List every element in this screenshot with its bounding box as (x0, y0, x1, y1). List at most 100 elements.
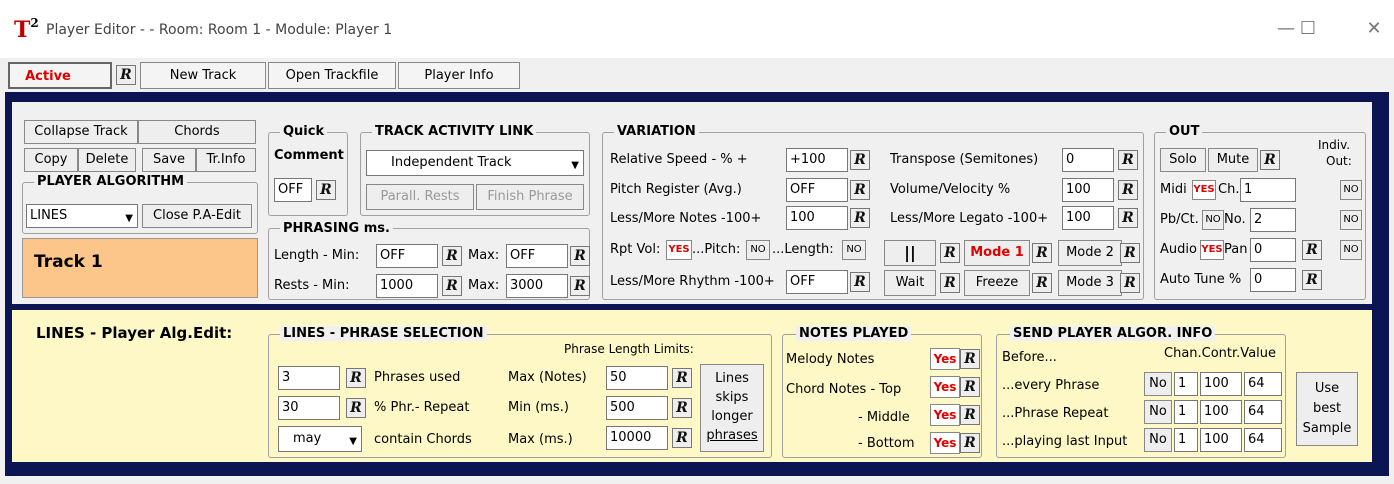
phrase-repeat-value-field[interactable]: 64 (1244, 400, 1282, 424)
channel-field[interactable]: 1 (1240, 178, 1296, 202)
active-r-button[interactable]: R (116, 65, 136, 85)
phrases-used-field[interactable]: 3 (278, 366, 340, 390)
every-phrase-chan-field[interactable]: 1 (1174, 372, 1198, 396)
freeze-button[interactable]: Freeze (964, 270, 1030, 296)
midi-toggle[interactable]: YES (1192, 180, 1216, 200)
mode-1-button[interactable]: Mode 1 (964, 240, 1030, 266)
less-more-legato-field[interactable]: 100 (1062, 206, 1114, 230)
rests-max-r-button[interactable]: R (570, 276, 590, 296)
rests-min-r-button[interactable]: R (442, 276, 462, 296)
length-max-field[interactable]: OFF (506, 244, 568, 268)
phrases-used-r-button[interactable]: R (346, 368, 366, 388)
rpt-pitch-toggle[interactable]: NO (746, 240, 770, 260)
track-info-button[interactable]: Tr.Info (196, 148, 256, 172)
every-phrase-no-button[interactable]: No (1144, 372, 1172, 396)
finish-phrase-button[interactable]: Finish Phrase (476, 184, 584, 210)
collapse-track-button[interactable]: Collapse Track (24, 120, 138, 144)
length-min-field[interactable]: OFF (376, 244, 438, 268)
phrase-repeat-field[interactable]: 30 (278, 396, 340, 420)
transpose-r-button[interactable]: R (1118, 150, 1138, 170)
pitch-register-field[interactable]: OFF (786, 178, 848, 202)
mode-3-button[interactable]: Mode 3 (1058, 270, 1122, 296)
lines-skips-longer-phrases-button[interactable]: Lines skips longer phrases (700, 364, 764, 452)
max-ms-field[interactable]: 10000 (606, 426, 668, 450)
new-track-button[interactable]: New Track (140, 62, 266, 89)
solo-button[interactable]: Solo (1160, 148, 1206, 172)
mode-2-button[interactable]: Mode 2 (1058, 240, 1122, 266)
audio-indiv-out-toggle[interactable]: NO (1340, 240, 1362, 260)
close-button[interactable]: ✕ (1352, 14, 1394, 44)
use-best-sample-button[interactable]: Use best Sample (1296, 372, 1358, 446)
delete-button[interactable]: Delete (78, 148, 136, 172)
audio-toggle[interactable]: YES (1200, 240, 1224, 260)
active-button[interactable]: Active (8, 62, 112, 89)
relative-speed-field[interactable]: +100 (786, 148, 848, 172)
phrase-repeat-no-button[interactable]: No (1144, 400, 1172, 424)
open-trackfile-button[interactable]: Open Trackfile (268, 62, 396, 89)
phrase-repeat-contr-field[interactable]: 100 (1200, 400, 1242, 424)
less-more-rhythm-field[interactable]: OFF (786, 270, 848, 294)
min-ms-r-button[interactable]: R (672, 398, 692, 418)
phrase-repeat-r-button[interactable]: R (346, 398, 366, 418)
comment-field[interactable]: OFF (274, 178, 312, 202)
pause-r-button[interactable]: R (940, 243, 960, 263)
mute-button[interactable]: Mute (1208, 148, 1258, 172)
save-button[interactable]: Save (142, 148, 196, 172)
less-more-rhythm-r-button[interactable]: R (850, 272, 870, 292)
length-max-r-button[interactable]: R (570, 246, 590, 266)
chord-top-toggle[interactable]: Yes (930, 376, 960, 398)
midi-indiv-out-toggle[interactable]: NO (1340, 180, 1362, 200)
parall-rests-button[interactable]: Parall. Rests (366, 184, 474, 210)
less-more-legato-r-button[interactable]: R (1118, 208, 1138, 228)
chord-middle-toggle[interactable]: Yes (930, 404, 960, 426)
mode-1-r-button[interactable]: R (1032, 243, 1052, 263)
mode-2-r-button[interactable]: R (1120, 243, 1140, 263)
length-min-r-button[interactable]: R (442, 246, 462, 266)
wait-button[interactable]: Wait (884, 270, 936, 296)
max-ms-r-button[interactable]: R (672, 428, 692, 448)
min-ms-field[interactable]: 500 (606, 396, 668, 420)
melody-notes-r-button[interactable]: R (960, 349, 980, 369)
max-notes-field[interactable]: 50 (606, 366, 668, 390)
melody-notes-toggle[interactable]: Yes (930, 348, 960, 370)
volume-velocity-r-button[interactable]: R (1118, 180, 1138, 200)
pbct-indiv-out-toggle[interactable]: NO (1340, 210, 1362, 230)
comment-r-button[interactable]: R (316, 180, 336, 200)
pan-r-button[interactable]: R (1302, 240, 1322, 260)
chord-bottom-r-button[interactable]: R (960, 433, 980, 453)
wait-r-button[interactable]: R (940, 273, 960, 293)
every-phrase-contr-field[interactable]: 100 (1200, 372, 1242, 396)
less-more-notes-field[interactable]: 100 (786, 206, 848, 230)
pitch-register-r-button[interactable]: R (850, 180, 870, 200)
activity-select[interactable]: Independent Track (366, 150, 584, 176)
copy-button[interactable]: Copy (24, 148, 78, 172)
last-input-value-field[interactable]: 64 (1244, 428, 1282, 452)
less-more-notes-r-button[interactable]: R (850, 208, 870, 228)
last-input-chan-field[interactable]: 1 (1174, 428, 1198, 452)
pan-field[interactable]: 0 (1250, 238, 1296, 262)
transpose-field[interactable]: 0 (1062, 148, 1114, 172)
maximize-button[interactable]: ☐ (1286, 14, 1330, 44)
number-field[interactable]: 2 (1250, 208, 1296, 232)
auto-tune-field[interactable]: 0 (1250, 268, 1296, 292)
player-info-button[interactable]: Player Info (398, 62, 520, 89)
player-algorithm-select[interactable]: LINES (26, 204, 138, 228)
mode-3-r-button[interactable]: R (1120, 273, 1140, 293)
rpt-length-toggle[interactable]: NO (842, 240, 866, 260)
last-input-contr-field[interactable]: 100 (1200, 428, 1242, 452)
close-pa-edit-button[interactable]: Close P.A-Edit (142, 204, 252, 228)
chord-bottom-toggle[interactable]: Yes (930, 432, 960, 454)
contain-chords-select[interactable]: may (278, 426, 362, 452)
chord-top-r-button[interactable]: R (960, 377, 980, 397)
auto-tune-r-button[interactable]: R (1302, 270, 1322, 290)
freeze-r-button[interactable]: R (1032, 273, 1052, 293)
rpt-vol-toggle[interactable]: YES (666, 240, 692, 260)
chords-button[interactable]: Chords (138, 120, 256, 144)
rests-max-field[interactable]: 3000 (506, 274, 568, 298)
relative-speed-r-button[interactable]: R (850, 150, 870, 170)
max-notes-r-button[interactable]: R (672, 368, 692, 388)
volume-velocity-field[interactable]: 100 (1062, 178, 1114, 202)
chord-middle-r-button[interactable]: R (960, 405, 980, 425)
rests-min-field[interactable]: 1000 (376, 274, 438, 298)
phrase-repeat-chan-field[interactable]: 1 (1174, 400, 1198, 424)
